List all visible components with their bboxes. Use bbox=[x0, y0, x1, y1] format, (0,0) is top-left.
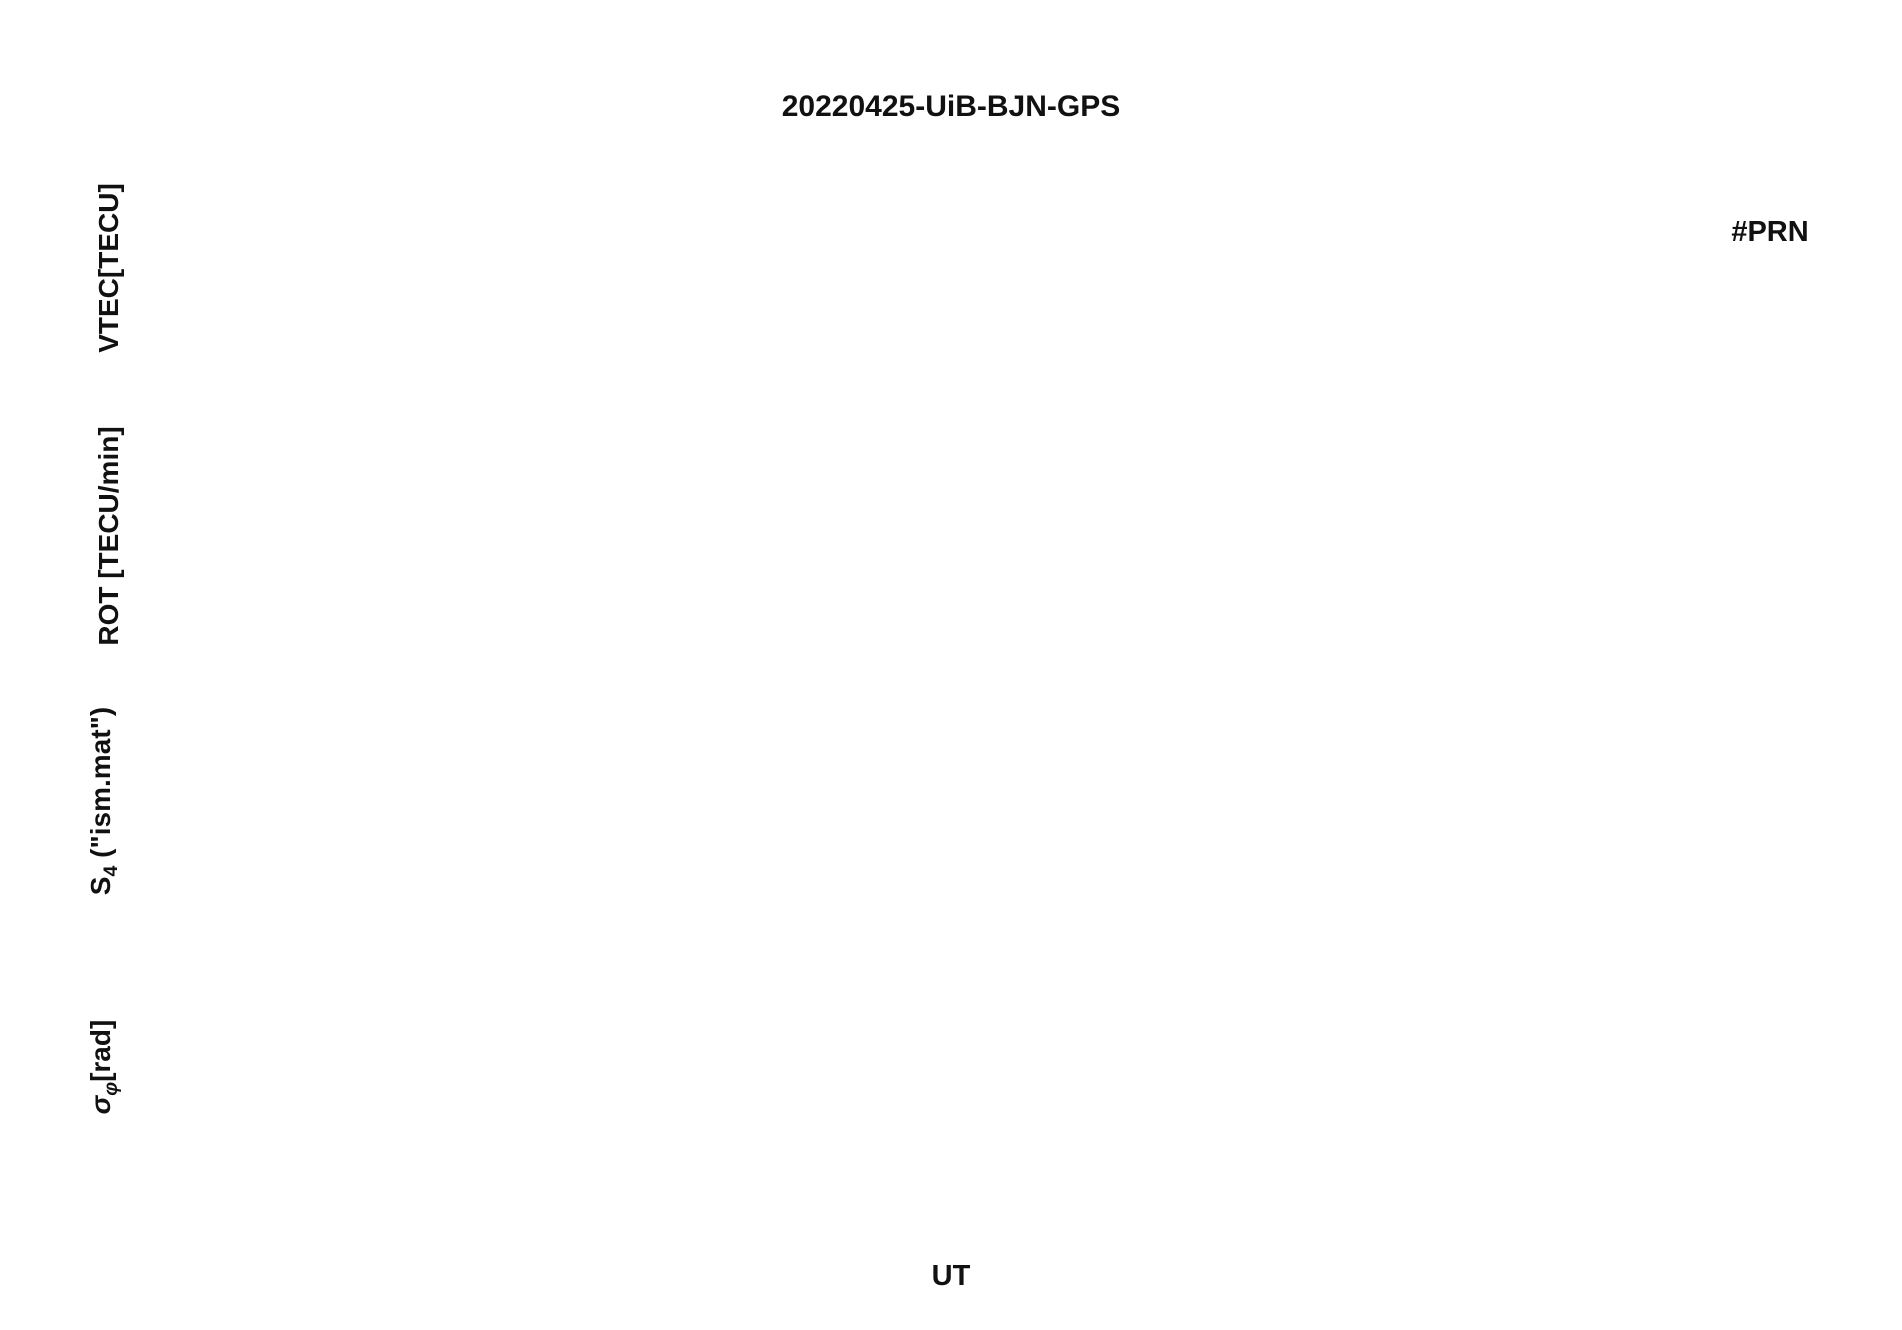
y-axis-label-vtec: VTEC[TECU] bbox=[93, 183, 125, 353]
y-axis-label-rot: ROT [TECU/min] bbox=[93, 426, 125, 646]
plot-canvas bbox=[0, 0, 1902, 1330]
colorbar-title: #PRN bbox=[1731, 216, 1809, 248]
figure: 20220425-UiB-BJN-GPS UT #PRN VTEC[TECU] … bbox=[0, 0, 1902, 1330]
x-axis-label: UT bbox=[931, 1260, 971, 1292]
y-axis-label-sigma-phi: σφ[rad] bbox=[85, 1019, 122, 1115]
y-axis-label-s4: S4 ("ism.mat") bbox=[85, 706, 122, 896]
chart-title: 20220425-UiB-BJN-GPS bbox=[781, 90, 1121, 123]
